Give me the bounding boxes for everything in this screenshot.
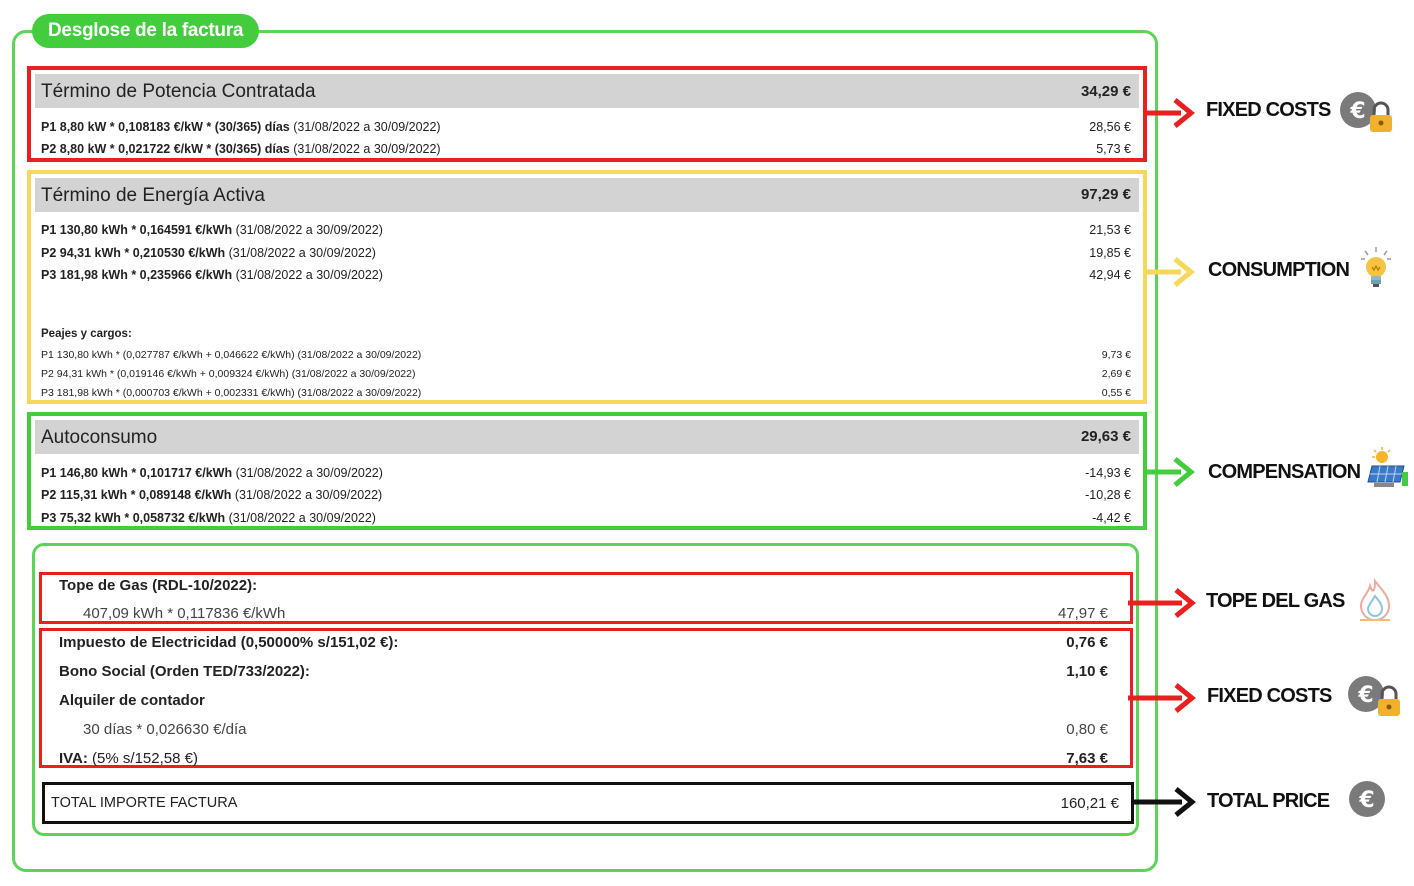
svg-text:€: € bbox=[1349, 99, 1365, 124]
euro-coin-icon: € bbox=[1349, 781, 1385, 817]
total-label: TOTAL IMPORTE FACTURA bbox=[51, 795, 238, 811]
autoconsumo-amount: 29,63 € bbox=[1080, 428, 1131, 445]
arrow-right-icon bbox=[1147, 457, 1195, 487]
autoconsumo-header: Autoconsumo 29,63 € bbox=[35, 420, 1139, 454]
annotation-compensation: COMPENSATION bbox=[1208, 461, 1361, 483]
annotation-fixed-costs: FIXED COSTS bbox=[1207, 685, 1332, 707]
list-item: P1 130,80 kWh * 0,164591 €/kWh (31/08/20… bbox=[41, 223, 1131, 237]
annotation-total-price: TOTAL PRICE bbox=[1207, 790, 1330, 812]
euro-lock-icon: € bbox=[1348, 676, 1400, 716]
bono-amount: 1,10 € bbox=[1066, 663, 1108, 680]
svg-text:€: € bbox=[1357, 683, 1373, 708]
list-item: P2 94,31 kWh * (0,019146 €/kWh + 0,00932… bbox=[41, 368, 1131, 380]
euro-lock-icon: € bbox=[1340, 92, 1392, 132]
arrow-right-icon bbox=[1147, 257, 1195, 287]
alquiler-amount: 0,80 € bbox=[1066, 721, 1108, 738]
potencia-section: Término de Potencia Contratada 34,29 € P… bbox=[27, 66, 1147, 162]
autoconsumo-title: Autoconsumo bbox=[41, 427, 158, 448]
list-item: P1 130,80 kWh * (0,027787 €/kWh + 0,0466… bbox=[41, 349, 1131, 361]
annotation-fixed-costs: FIXED COSTS bbox=[1206, 99, 1331, 121]
alquiler-label: Alquiler de contador bbox=[59, 692, 205, 709]
list-item: P3 181,98 kWh * 0,235966 €/kWh (31/08/20… bbox=[41, 268, 1131, 282]
list-item: P3 75,32 kWh * 0,058732 €/kWh (31/08/202… bbox=[41, 511, 1131, 525]
gas-cap-box: Tope de Gas (RDL-10/2022): 407,09 kWh * … bbox=[39, 572, 1133, 624]
annotation-consumption: CONSUMPTION bbox=[1208, 259, 1350, 281]
annotation-gas-cap: TOPE DEL GAS bbox=[1206, 590, 1345, 612]
gas-cap-title: Tope de Gas (RDL-10/2022): bbox=[59, 577, 258, 594]
total-amount: 160,21 € bbox=[1060, 795, 1119, 812]
potencia-title: Término de Potencia Contratada bbox=[41, 81, 316, 102]
energia-section: Término de Energía Activa 97,29 € P1 130… bbox=[27, 170, 1147, 404]
energia-title: Término de Energía Activa bbox=[41, 185, 265, 206]
autoconsumo-section: Autoconsumo 29,63 € P1 146,80 kWh * 0,10… bbox=[27, 412, 1147, 530]
potencia-header: Término de Potencia Contratada 34,29 € bbox=[35, 74, 1139, 108]
peajes-title: Peajes y cargos: bbox=[41, 328, 132, 340]
arrow-right-icon bbox=[1147, 98, 1195, 128]
potencia-amount: 34,29 € bbox=[1080, 83, 1131, 100]
solar-panel-icon bbox=[1367, 447, 1408, 487]
iva-amount: 7,63 € bbox=[1066, 750, 1108, 767]
arrow-right-icon bbox=[1132, 787, 1196, 817]
bono-label: Bono Social (Orden TED/733/2022): bbox=[59, 663, 310, 680]
iva-row: IVA: (5% s/152,58 €) bbox=[59, 750, 198, 767]
total-box: TOTAL IMPORTE FACTURA 160,21 € bbox=[42, 782, 1134, 824]
list-item: P1 8,80 kW * 0,108183 €/kW * (30/365) dí… bbox=[41, 120, 1131, 134]
alquiler-detail: 30 días * 0,026630 €/día bbox=[83, 721, 247, 738]
list-item: P1 146,80 kWh * 0,101717 €/kWh (31/08/20… bbox=[41, 466, 1131, 480]
gas-flame-icon bbox=[1359, 578, 1391, 621]
impuesto-label: Impuesto de Electricidad (0,50000% s/151… bbox=[59, 634, 399, 651]
gas-cap-amount: 47,97 € bbox=[1057, 605, 1108, 622]
svg-text:€: € bbox=[1358, 788, 1374, 813]
list-item: P2 115,31 kWh * 0,089148 €/kWh (31/08/20… bbox=[41, 488, 1131, 502]
list-item: P2 8,80 kW * 0,021722 €/kW * (30/365) dí… bbox=[41, 142, 1131, 156]
energia-amount: 97,29 € bbox=[1080, 186, 1131, 203]
arrow-right-icon bbox=[1128, 683, 1196, 713]
list-item: P2 94,31 kWh * 0,210530 €/kWh (31/08/202… bbox=[41, 246, 1131, 260]
lightbulb-icon bbox=[1361, 247, 1391, 287]
list-item: P3 181,98 kWh * (0,000703 €/kWh + 0,0023… bbox=[41, 387, 1131, 399]
gas-cap-detail: 407,09 kWh * 0,117836 €/kWh bbox=[83, 605, 286, 622]
page-title: Desglose de la factura bbox=[32, 14, 260, 48]
energia-header: Término de Energía Activa 97,29 € bbox=[35, 178, 1139, 212]
fixed-costs-box: Impuesto de Electricidad (0,50000% s/151… bbox=[39, 628, 1133, 768]
impuesto-amount: 0,76 € bbox=[1066, 634, 1108, 651]
arrow-right-icon bbox=[1128, 588, 1196, 618]
